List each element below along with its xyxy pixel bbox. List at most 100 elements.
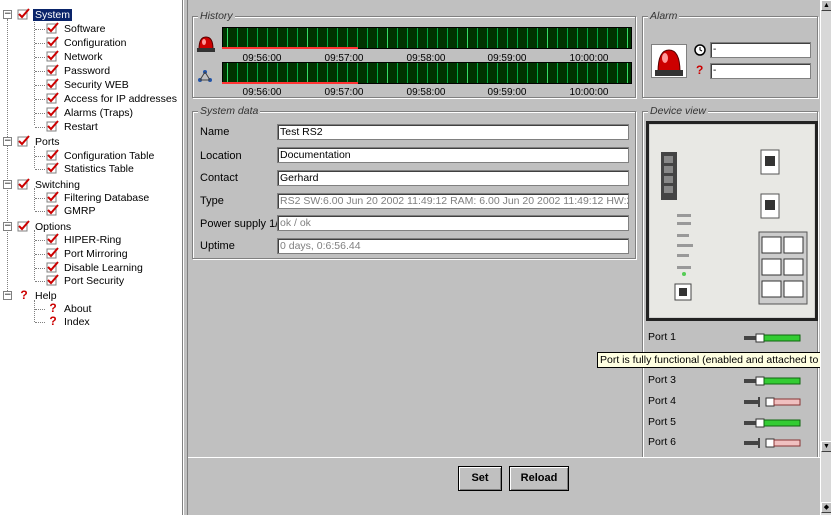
alarm-title: Alarm (648, 10, 680, 22)
timeline-tick (277, 28, 278, 48)
tree-item-configuration[interactable]: Configuration (46, 36, 128, 49)
check-icon (46, 261, 60, 273)
reload-button[interactable]: Reload (509, 466, 569, 491)
timeline-tick (267, 28, 268, 48)
scroll-up-icon[interactable]: ▲ (821, 0, 831, 11)
vertical-scrollbar[interactable]: ▲ ▼ ◆ (820, 0, 831, 515)
uptime-field: 0 days, 0:6:56.44 (277, 238, 629, 254)
timeline-tick (547, 28, 548, 48)
check-icon (46, 204, 60, 216)
question-icon: ? (49, 314, 57, 328)
tree-item-port-mirroring[interactable]: Port Mirroring (46, 247, 130, 260)
time-label: 09:59:00 (487, 87, 527, 98)
collapse-icon[interactable]: − (3, 222, 12, 231)
timeline-tick (337, 63, 338, 83)
split-pane-divider[interactable] (183, 0, 188, 515)
timeline-tick (317, 28, 318, 48)
tree-item-password[interactable]: Password (46, 64, 112, 77)
tree-item-port-security[interactable]: Port Security (46, 274, 126, 287)
network-icon (197, 68, 213, 87)
timeline-tick (367, 28, 368, 48)
tree-item-system[interactable]: System (17, 8, 73, 21)
timeline-tick (517, 63, 518, 83)
timeline-tick (307, 28, 308, 48)
timeline-tick (497, 28, 498, 48)
location-field[interactable]: Documentation (277, 147, 629, 163)
history-title: History (198, 10, 235, 22)
tree-item-hiper-ring[interactable]: HIPER-Ring (46, 233, 123, 246)
tree-item-gmrp[interactable]: GMRP (46, 204, 98, 217)
port-disconnected-icon[interactable] (744, 438, 802, 448)
set-button[interactable]: Set (458, 466, 502, 491)
time-label: 09:56:00 (242, 87, 282, 98)
check-icon (17, 220, 31, 232)
timeline-tick (227, 28, 228, 48)
timeline-tick (437, 28, 438, 48)
tree-item-ports[interactable]: Ports (17, 135, 62, 148)
collapse-icon[interactable]: − (3, 180, 12, 189)
tree-item-security-web[interactable]: Security WEB (46, 78, 131, 91)
type-field: RS2 SW:6.00 Jun 20 2002 11:49:12 RAM: 6.… (277, 193, 629, 209)
time-label: 09:59:00 (487, 53, 527, 64)
navigation-tree[interactable]: − System Software Configuration Network … (0, 0, 183, 515)
timeline-tick (627, 28, 628, 48)
tree-item-statistics-table[interactable]: Statistics Table (46, 162, 136, 175)
time-label: 10:00:00 (569, 53, 609, 64)
port-disconnected-icon[interactable] (744, 397, 802, 407)
check-icon (46, 106, 60, 118)
contact-label: Contact (200, 172, 238, 184)
tree-item-network[interactable]: Network (46, 50, 105, 63)
timeline-tick (247, 63, 248, 83)
alarm-time-field: - (710, 42, 811, 58)
port-connected-icon[interactable] (744, 418, 802, 428)
timeline-tick (577, 28, 578, 48)
collapse-icon[interactable]: − (3, 137, 12, 146)
scroll-down-icon[interactable]: ▼ (821, 441, 831, 452)
contact-field[interactable]: Gerhard (277, 170, 629, 186)
name-field[interactable]: Test RS2 (277, 124, 629, 140)
collapse-icon[interactable]: − (3, 10, 12, 19)
time-label: 09:57:00 (324, 87, 364, 98)
tree-item-configuration-table[interactable]: Configuration Table (46, 149, 156, 162)
port-tooltip: Port is fully functional (enabled and at… (597, 352, 830, 368)
timeline-tick (227, 63, 228, 83)
check-icon (46, 274, 60, 286)
tree-item-restart[interactable]: Restart (46, 120, 100, 133)
collapse-icon[interactable]: − (3, 291, 12, 300)
tree-item-disable-learning[interactable]: Disable Learning (46, 261, 145, 274)
scroll-corner-icon[interactable]: ◆ (821, 502, 831, 513)
timeline-tick (517, 28, 518, 48)
tree-item-software[interactable]: Software (46, 22, 107, 35)
check-icon (17, 8, 31, 20)
alarm-light-icon (196, 34, 216, 55)
timeline-tick (377, 63, 378, 83)
check-icon (46, 191, 60, 203)
device-image[interactable] (646, 121, 818, 321)
timeline-tick (507, 28, 508, 48)
timeline-tick (257, 63, 258, 83)
tree-item-options[interactable]: Options (17, 220, 73, 233)
tree-item-access-ip[interactable]: Access for IP addresses (46, 92, 179, 105)
port-connected-icon[interactable] (744, 376, 802, 386)
check-icon (46, 247, 60, 259)
check-icon (46, 120, 60, 132)
timeline-tick (327, 28, 328, 48)
timeline-tick (357, 28, 358, 48)
alarm-cause-field: - (710, 63, 811, 79)
timeline-tick (557, 28, 558, 48)
timeline-tick (607, 63, 608, 83)
timeline-tick (607, 28, 608, 48)
timeline-tick (477, 28, 478, 48)
timeline-tick (287, 28, 288, 48)
tree-item-alarms[interactable]: Alarms (Traps) (46, 106, 135, 119)
timeline-tick (287, 63, 288, 83)
tree-item-switching[interactable]: Switching (17, 178, 82, 191)
timeline-tick (347, 63, 348, 83)
alarm-light-icon (651, 44, 687, 78)
tree-item-index[interactable]: ? Index (46, 314, 92, 329)
port-connected-icon[interactable] (744, 333, 802, 343)
tree-item-filtering-database[interactable]: Filtering Database (46, 191, 151, 204)
timeline-tick (457, 28, 458, 48)
timeline-tick (277, 63, 278, 83)
timeline-tick (537, 63, 538, 83)
